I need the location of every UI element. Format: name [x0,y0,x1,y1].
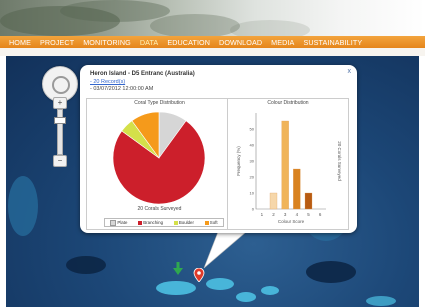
y-tick-label: 40 [250,143,255,148]
legend-item-plate: Plate [110,219,127,226]
main-nav-bar: HOME PROJECT MONITORING DATA EDUCATION D… [0,36,425,48]
zoom-in-button[interactable]: + [53,97,67,109]
legend-item-soft: Soft [204,220,218,225]
bar-chart-panel: Colour Distribution 0 10 20 30 40 50 1 2 3 4 5 6 Col… [227,98,349,230]
nav-item-data[interactable]: DATA [140,38,159,47]
map-zoom-control: + − [53,97,67,167]
location-pin-icon[interactable] [193,268,205,282]
bar-colour-4 [293,168,301,210]
survey-date: - 03/07/2012 12:00:00 AM [90,86,154,92]
bar-colour-3 [281,120,289,210]
nav-item-media[interactable]: MEDIA [271,38,294,47]
bar-colour-5 [304,192,313,210]
zoom-out-button[interactable]: − [53,155,67,167]
y-tick-label: 50 [250,127,255,132]
y-tick-label: 0 [252,207,255,212]
close-icon[interactable]: x [348,68,352,75]
nav-item-education[interactable]: EDUCATION [167,38,210,47]
popup-title: Heron Island - D5 Entranc (Australia) [90,71,195,77]
header-banner-image [0,0,425,36]
nav-item-monitoring[interactable]: MONITORING [83,38,131,47]
bar-chart-xlabel: Colour Score [278,219,305,224]
legend-item-boulder: Boulder [173,220,194,225]
y-tick-label: 10 [250,191,255,196]
survey-popup: Heron Island - D5 Entranc (Australia) x … [80,65,357,233]
nav-item-sustainability[interactable]: SUSTAINABILITY [303,38,362,47]
pie-chart-caption: 20 Corals Surveyed [137,206,182,212]
legend-item-branching: Branching [138,220,163,225]
pie-legend: Plate Branching Boulder Soft [104,218,224,227]
x-tick-label: 3 [284,212,287,217]
zoom-slider[interactable] [57,109,63,155]
bar-colour-2 [269,192,278,210]
green-arrow-marker-icon[interactable] [173,262,183,276]
nav-item-project[interactable]: PROJECT [40,38,74,47]
bar-chart: 0 10 20 30 40 50 1 2 3 4 5 6 Colour Score Frequency (… [236,113,342,224]
records-link[interactable]: - 20 Record(s) [90,79,125,85]
zoom-slider-handle[interactable] [54,117,66,124]
pie-chart-panel: Coral Type Distribution 20 Corals Survey… [86,98,233,230]
y-tick-label: 20 [250,175,255,180]
bar-chart-side-caption: 20 Corals Surveyed [337,141,342,181]
x-tick-label: 6 [319,212,322,217]
nav-spacer [0,48,425,56]
bar-chart-ylabel: Frequency (%) [236,146,241,176]
x-tick-label: 4 [296,212,299,217]
y-tick-label: 30 [250,159,255,164]
x-tick-label: 2 [272,212,275,217]
x-tick-label: 5 [307,212,310,217]
pie-chart [112,111,206,205]
nav-item-download[interactable]: DOWNLOAD [219,38,262,47]
x-tick-label: 1 [261,212,264,217]
bar-chart-axes [255,113,326,210]
nav-item-home[interactable]: HOME [9,38,31,47]
compass-ring-icon [52,76,70,94]
